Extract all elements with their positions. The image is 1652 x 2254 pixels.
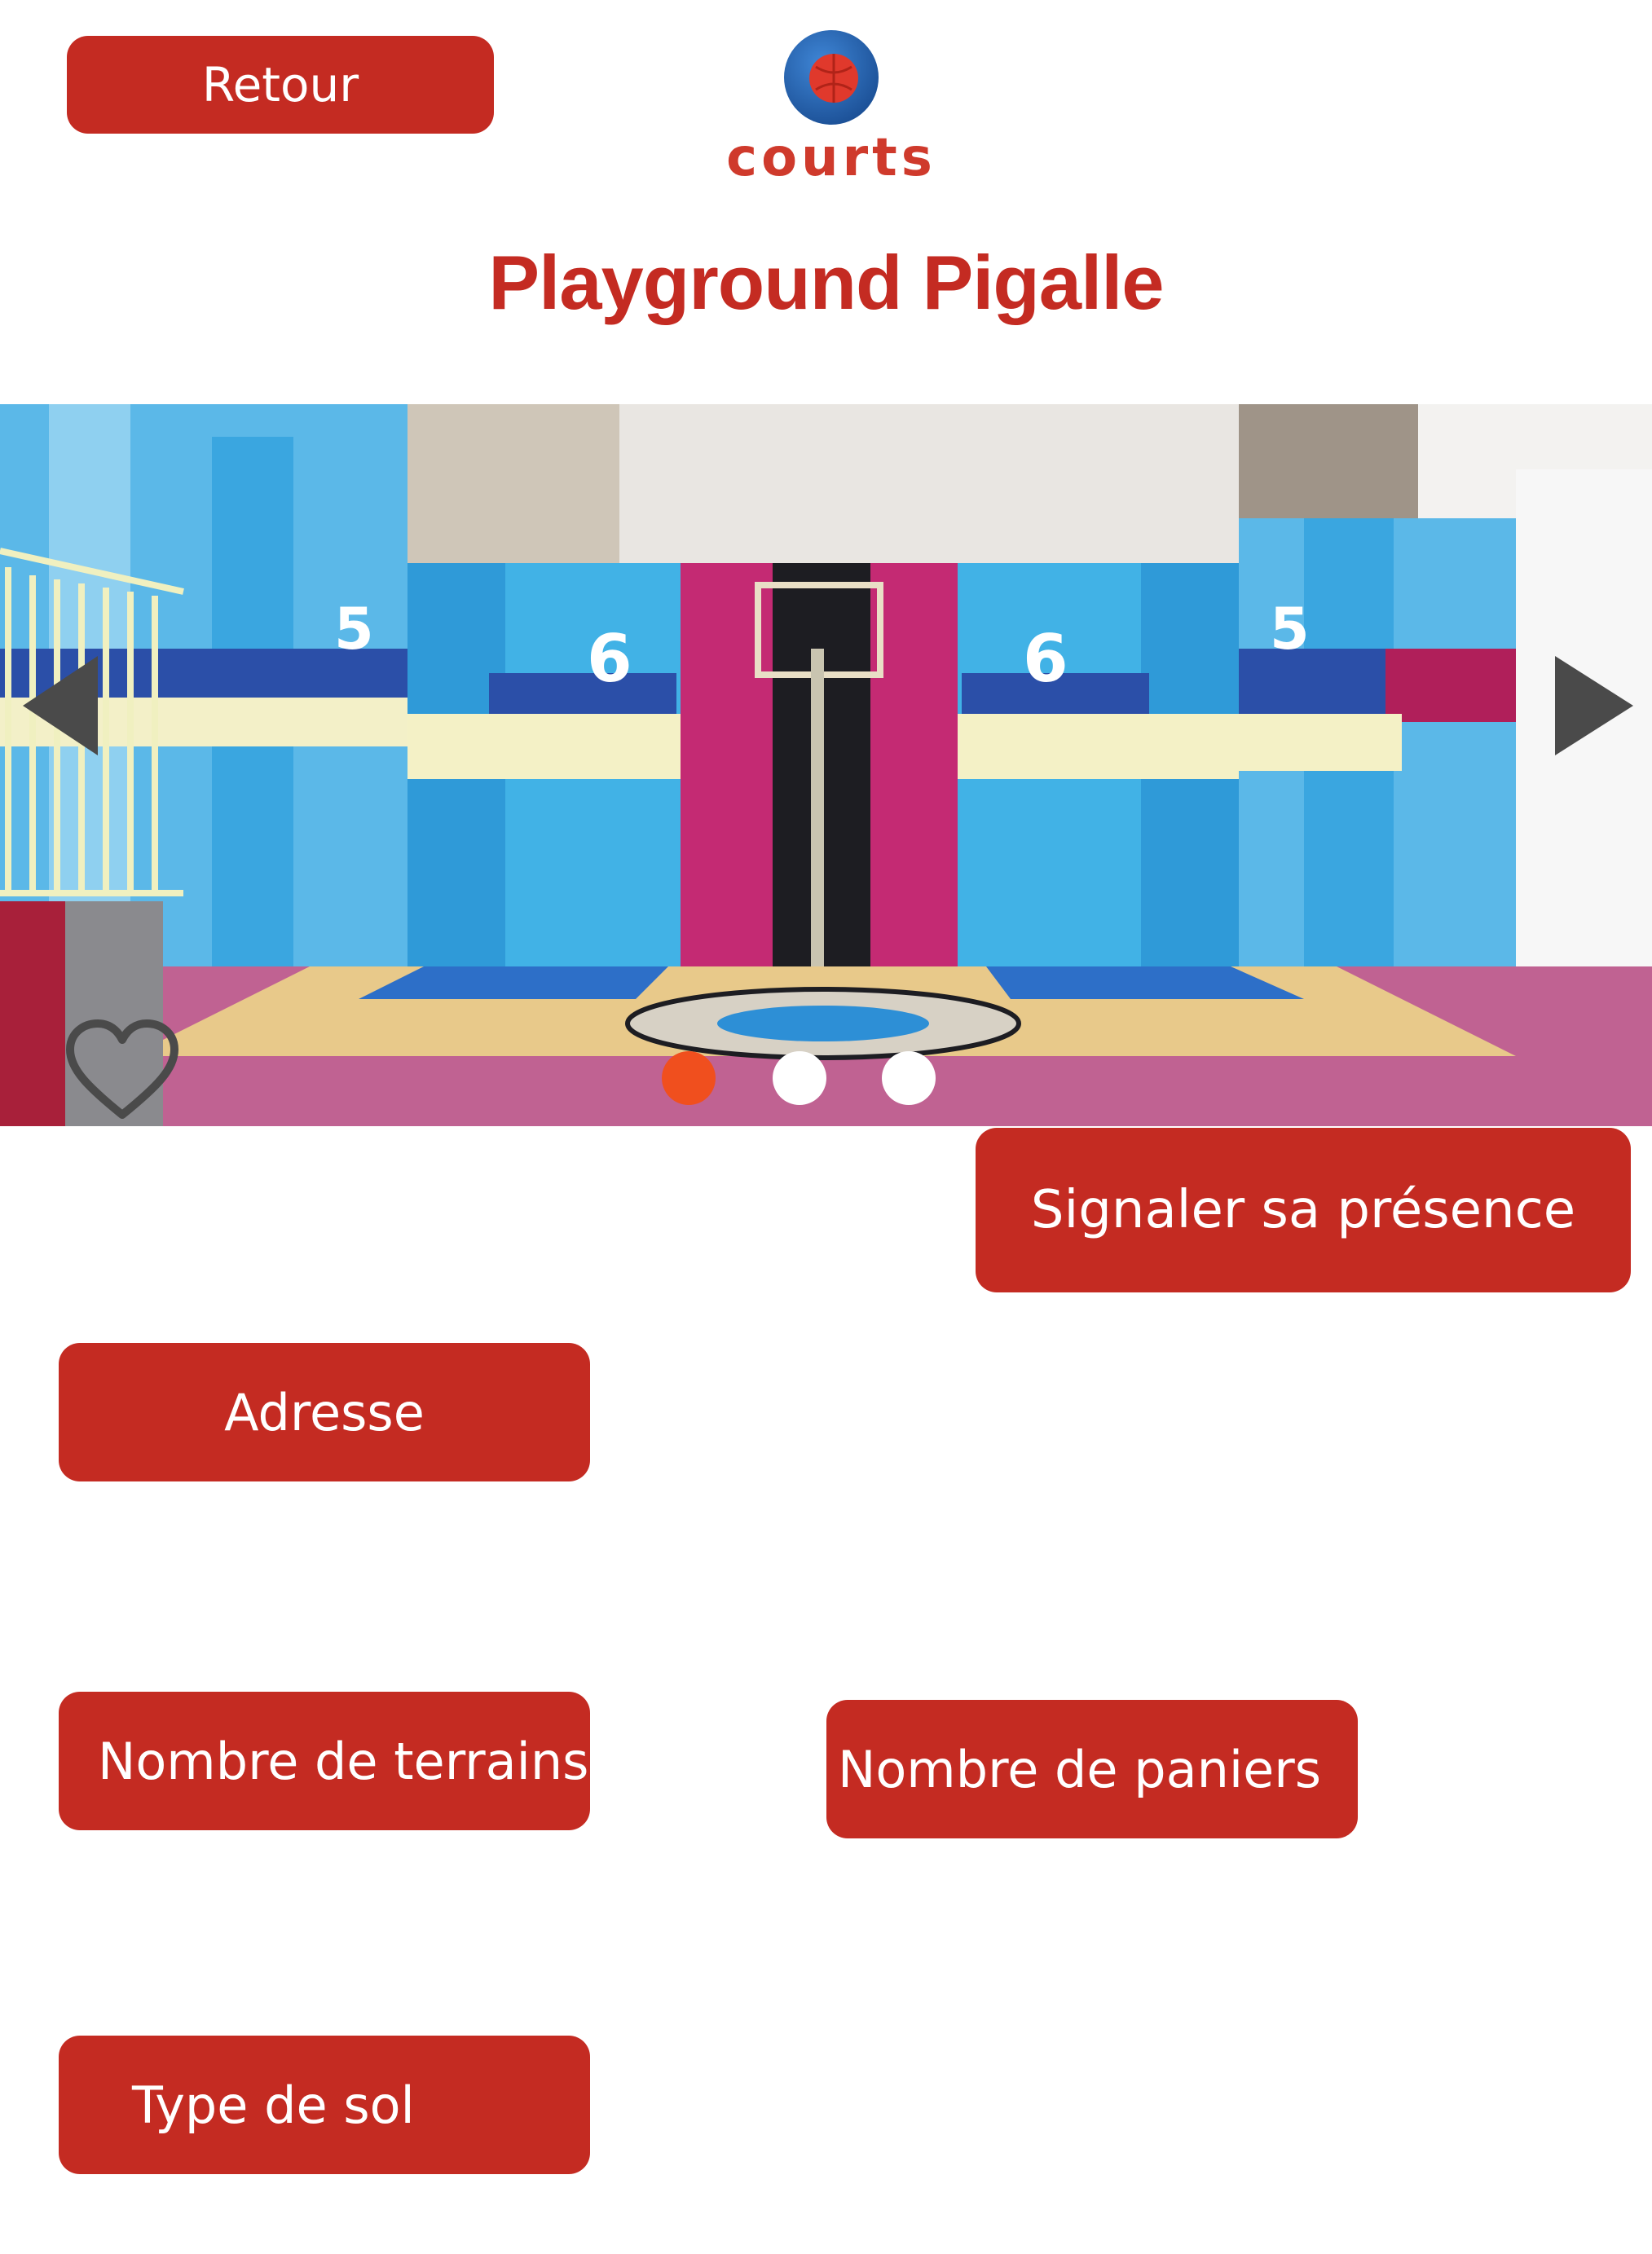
hoops-count-button[interactable]: Nombre de paniers [826,1700,1358,1838]
courts-count-label: Nombre de terrains [98,1731,589,1791]
back-button[interactable]: Retour [67,36,494,134]
surface-type-button[interactable]: Type de sol [59,2036,590,2174]
hoops-count-label: Nombre de paniers [838,1739,1322,1799]
courts-count-button[interactable]: Nombre de terrains [59,1692,590,1830]
back-button-label: Retour [201,57,359,112]
signal-presence-button[interactable]: Signaler sa présence [976,1128,1631,1292]
carousel-dot[interactable] [773,1051,826,1105]
signal-presence-label: Signaler sa présence [1030,1180,1576,1240]
address-label: Adresse [224,1382,425,1442]
basketball-court-photo: 6 6 5 5 [0,404,1652,1126]
chevron-right-icon[interactable] [1555,656,1633,755]
svg-text:6: 6 [1023,621,1068,697]
address-button[interactable]: Adresse [59,1343,590,1481]
page-title: Playground Pigalle [488,240,1164,325]
logo-text: courts [726,128,936,188]
carousel-dot[interactable] [882,1051,936,1105]
basketball-icon [784,30,879,125]
chevron-left-icon[interactable] [23,656,98,755]
svg-text:6: 6 [587,621,632,697]
svg-text:5: 5 [1270,596,1310,663]
svg-text:5: 5 [334,596,374,663]
heart-outline-icon[interactable] [64,1017,181,1123]
app-logo: courts [724,29,939,192]
court-photo-carousel[interactable]: 6 6 5 5 [0,404,1652,1126]
surface-type-label: Type de sol [132,2075,415,2135]
carousel-dot-active[interactable] [662,1051,716,1105]
